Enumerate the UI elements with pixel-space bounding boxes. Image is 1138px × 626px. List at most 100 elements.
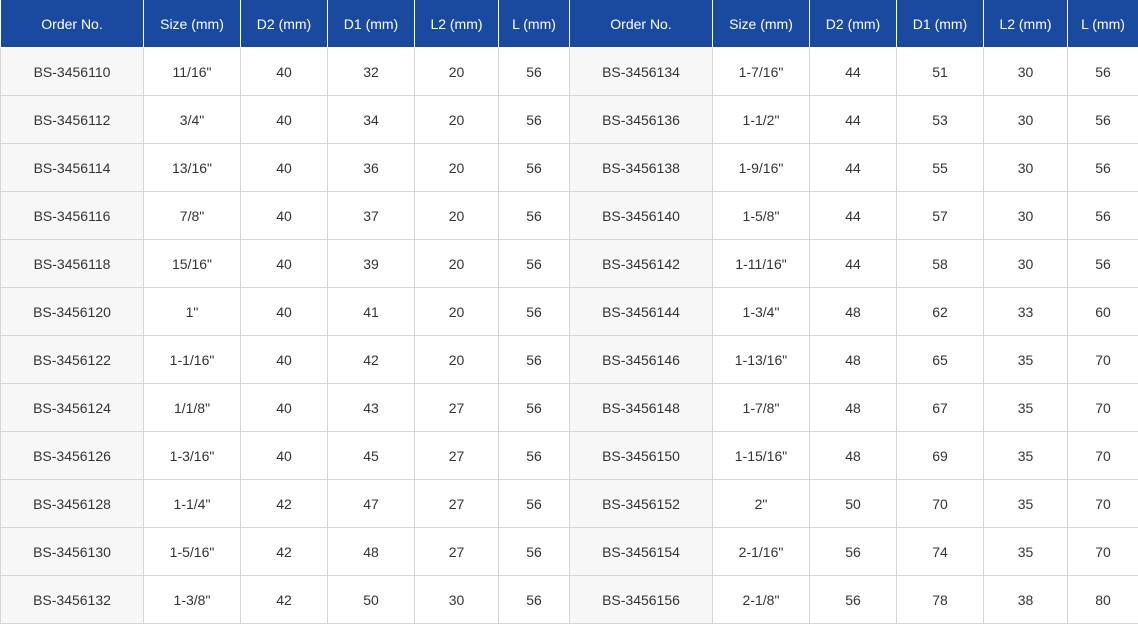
table-cell-d2: 50 [809,479,897,528]
column-header-d1-right: D1 (mm) [896,0,984,48]
table-cell-l2: 27 [414,383,499,432]
table-cell-l: 80 [1067,575,1138,624]
table-cell-d2: 44 [809,143,897,192]
table-cell-l2: 20 [414,95,499,144]
table-cell-d1: 48 [327,527,415,576]
table-cell-l: 56 [498,431,570,480]
table-row: BS-3456132 1-3/8" 42 50 30 56 BS-3456156 2-1/8"… [0,575,1138,624]
table-cell-size: 1/1/8" [143,383,241,432]
table-cell-d2: 40 [240,239,328,288]
table-cell-order-no: BS-3456142 [569,239,713,288]
table-cell-d1: 67 [896,383,984,432]
table-cell-d1: 32 [327,47,415,96]
table-cell-size: 1-5/8" [712,191,810,240]
table-cell-size: 3/4" [143,95,241,144]
column-header-size-left: Size (mm) [143,0,241,48]
table-cell-l: 56 [498,143,570,192]
table-cell-order-no: BS-3456126 [0,431,144,480]
table-cell-size: 1-13/16" [712,335,810,384]
table-cell-order-no: BS-3456138 [569,143,713,192]
table-cell-d1: 55 [896,143,984,192]
table-cell-d2: 42 [240,527,328,576]
table-cell-order-no: BS-3456152 [569,479,713,528]
table-cell-l2: 30 [983,47,1068,96]
table-cell-l: 56 [1067,191,1138,240]
table-cell-d2: 40 [240,191,328,240]
table-cell-d2: 56 [809,527,897,576]
table-cell-l2: 35 [983,527,1068,576]
table-cell-order-no: BS-3456156 [569,575,713,624]
table-cell-d1: 36 [327,143,415,192]
table-cell-d1: 47 [327,479,415,528]
table-cell-l: 56 [498,383,570,432]
spec-table: Order No. Size (mm) D2 (mm) D1 (mm) L2 (mm) L… [0,0,1138,624]
table-cell-l: 70 [1067,335,1138,384]
table-cell-d1: 37 [327,191,415,240]
table-cell-d1: 53 [896,95,984,144]
table-cell-l: 56 [498,527,570,576]
table-row: BS-3456124 1/1/8" 40 43 27 56 BS-3456148 1-7/8"… [0,383,1138,432]
table-cell-d1: 69 [896,431,984,480]
table-cell-l: 56 [498,575,570,624]
table-cell-d2: 40 [240,383,328,432]
table-cell-order-no: BS-3456144 [569,287,713,336]
table-cell-d1: 34 [327,95,415,144]
table-cell-l2: 20 [414,191,499,240]
table-cell-order-no: BS-3456146 [569,335,713,384]
table-cell-size: 1-11/16" [712,239,810,288]
table-cell-d1: 43 [327,383,415,432]
table-cell-d1: 65 [896,335,984,384]
table-cell-d2: 56 [809,575,897,624]
table-cell-d2: 48 [809,335,897,384]
table-cell-l: 56 [498,287,570,336]
table-row: BS-3456116 7/8" 40 37 20 56 BS-3456140 1-5/8" 44… [0,191,1138,240]
table-cell-l2: 27 [414,431,499,480]
table-cell-order-no: BS-3456110 [0,47,144,96]
table-cell-l: 56 [498,335,570,384]
table-cell-l2: 35 [983,335,1068,384]
table-cell-l2: 20 [414,239,499,288]
table-cell-size: 2-1/16" [712,527,810,576]
table-cell-order-no: BS-3456130 [0,527,144,576]
column-header-d2-right: D2 (mm) [809,0,897,48]
table-cell-l2: 35 [983,431,1068,480]
table-cell-d1: 41 [327,287,415,336]
table-cell-order-no: BS-3456132 [0,575,144,624]
table-cell-size: 1-3/8" [143,575,241,624]
table-cell-l: 56 [498,479,570,528]
table-cell-l: 70 [1067,431,1138,480]
table-cell-d2: 40 [240,335,328,384]
table-cell-d2: 40 [240,143,328,192]
table-cell-l2: 30 [983,143,1068,192]
table-cell-d1: 74 [896,527,984,576]
table-row: BS-3456112 3/4" 40 34 20 56 BS-3456136 1-1/2" 44… [0,95,1138,144]
table-cell-d2: 44 [809,191,897,240]
table-cell-l2: 38 [983,575,1068,624]
table-header: Order No. Size (mm) D2 (mm) D1 (mm) L2 (mm) L… [0,0,1138,48]
table-cell-l2: 27 [414,527,499,576]
table-cell-d1: 39 [327,239,415,288]
table-cell-l2: 35 [983,383,1068,432]
table-cell-l2: 30 [983,95,1068,144]
table-cell-l: 56 [1067,143,1138,192]
table-body: BS-3456110 11/16" 40 32 20 56 BS-3456134 1-7/16… [0,47,1138,624]
table-cell-l: 56 [1067,95,1138,144]
table-cell-l2: 30 [414,575,499,624]
table-cell-l: 56 [498,191,570,240]
table-cell-order-no: BS-3456150 [569,431,713,480]
table-cell-d1: 57 [896,191,984,240]
table-cell-d1: 51 [896,47,984,96]
table-cell-size: 15/16" [143,239,241,288]
table-cell-d2: 42 [240,479,328,528]
table-cell-l: 56 [1067,239,1138,288]
table-cell-l2: 30 [983,191,1068,240]
table-cell-order-no: BS-3456140 [569,191,713,240]
table-cell-order-no: BS-3456114 [0,143,144,192]
table-cell-size: 1-3/4" [712,287,810,336]
table-cell-l: 70 [1067,383,1138,432]
table-row: BS-3456114 13/16" 40 36 20 56 BS-3456138 1-9/16… [0,143,1138,192]
table-cell-d1: 50 [327,575,415,624]
table-cell-l: 56 [498,95,570,144]
table-row: BS-3456122 1-1/16" 40 42 20 56 BS-3456146 1-13/… [0,335,1138,384]
table-row: BS-3456126 1-3/16" 40 45 27 56 BS-3456150 1-15/… [0,431,1138,480]
